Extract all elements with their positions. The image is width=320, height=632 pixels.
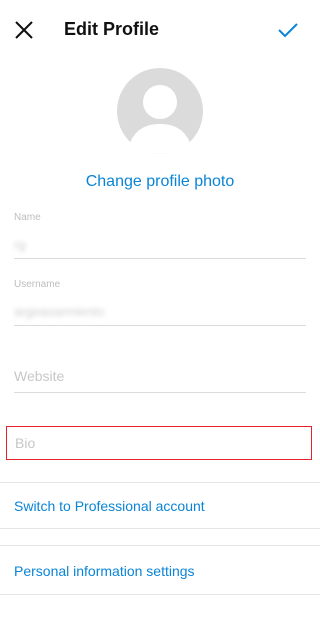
close-button[interactable] <box>10 16 38 44</box>
username-value[interactable]: argeasarmiento <box>14 304 306 319</box>
checkmark-icon <box>278 23 298 38</box>
name-value[interactable]: rg <box>14 237 306 252</box>
name-field[interactable]: Name rg <box>14 212 306 260</box>
personal-info-link[interactable]: Personal information settings <box>14 563 195 579</box>
website-input[interactable]: Website <box>14 368 306 384</box>
name-label: Name <box>14 212 41 223</box>
save-button[interactable] <box>274 16 302 44</box>
website-underline <box>14 392 306 393</box>
website-field[interactable]: Website <box>14 368 306 394</box>
avatar[interactable] <box>117 68 203 154</box>
page-title: Edit Profile <box>64 19 160 39</box>
divider <box>0 482 320 483</box>
username-underline <box>14 325 306 326</box>
change-profile-photo-link[interactable]: Change profile photo <box>0 173 320 191</box>
default-avatar-icon <box>127 85 193 154</box>
name-underline <box>14 258 306 259</box>
divider <box>0 545 320 546</box>
username-field[interactable]: Username argeasarmiento <box>14 279 306 327</box>
username-label: Username <box>14 279 61 290</box>
divider <box>0 528 320 529</box>
switch-professional-link[interactable]: Switch to Professional account <box>14 498 205 514</box>
divider <box>0 594 320 595</box>
close-icon <box>15 21 33 39</box>
edit-profile-screen: Edit Profile Change profile photo Name r… <box>0 0 320 632</box>
bio-input[interactable]: Bio <box>15 435 35 451</box>
bio-field[interactable]: Bio <box>6 426 312 460</box>
top-bar: Edit Profile <box>0 0 320 60</box>
